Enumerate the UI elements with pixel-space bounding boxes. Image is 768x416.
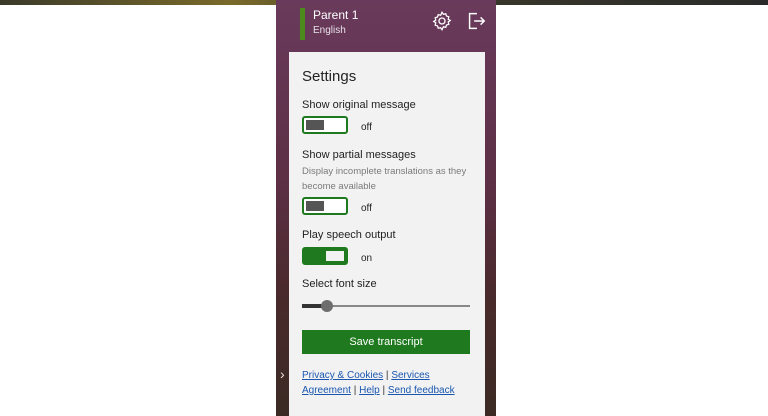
play-speech-state: on <box>361 253 373 264</box>
slider-thumb[interactable] <box>321 300 334 312</box>
show-partial-label: Show partial messages <box>302 149 416 161</box>
settings-panel: Settings Show original message off Show … <box>289 52 485 416</box>
help-link[interactable]: Help <box>359 385 380 396</box>
link-separator: | <box>382 385 386 396</box>
logout-button[interactable] <box>465 10 487 32</box>
user-info: Parent 1 English <box>300 8 358 40</box>
show-partial-description: Display incomplete translations as they … <box>302 166 467 192</box>
play-speech-toggle[interactable] <box>302 247 348 265</box>
gear-icon <box>432 11 452 31</box>
show-original-label: Show original message <box>302 99 416 111</box>
font-size-slider[interactable] <box>302 299 470 313</box>
show-original-toggle[interactable] <box>302 116 348 134</box>
user-language: English <box>313 25 346 36</box>
toggle-knob <box>326 251 344 261</box>
settings-title: Settings <box>302 68 357 85</box>
user-name: Parent 1 <box>313 8 359 22</box>
translator-app: Parent 1 English › Settings Show origina… <box>276 0 496 416</box>
settings-button[interactable] <box>431 10 453 32</box>
privacy-link[interactable]: Privacy & Cookies <box>302 370 383 381</box>
footer-links: Privacy & Cookies | Services Agreement |… <box>302 368 477 398</box>
show-partial-toggle[interactable] <box>302 197 348 215</box>
link-separator: | <box>385 370 389 381</box>
show-original-state: off <box>361 122 372 133</box>
play-speech-label: Play speech output <box>302 229 396 241</box>
link-separator: | <box>353 385 357 396</box>
send-feedback-link[interactable]: Send feedback <box>388 385 455 396</box>
show-partial-state: off <box>361 203 372 214</box>
save-transcript-button[interactable]: Save transcript <box>302 330 470 354</box>
toggle-knob <box>306 201 324 211</box>
font-size-label: Select font size <box>302 278 377 290</box>
chevron-right-icon[interactable]: › <box>280 366 285 382</box>
toggle-knob <box>306 120 324 130</box>
logout-icon <box>468 12 486 30</box>
